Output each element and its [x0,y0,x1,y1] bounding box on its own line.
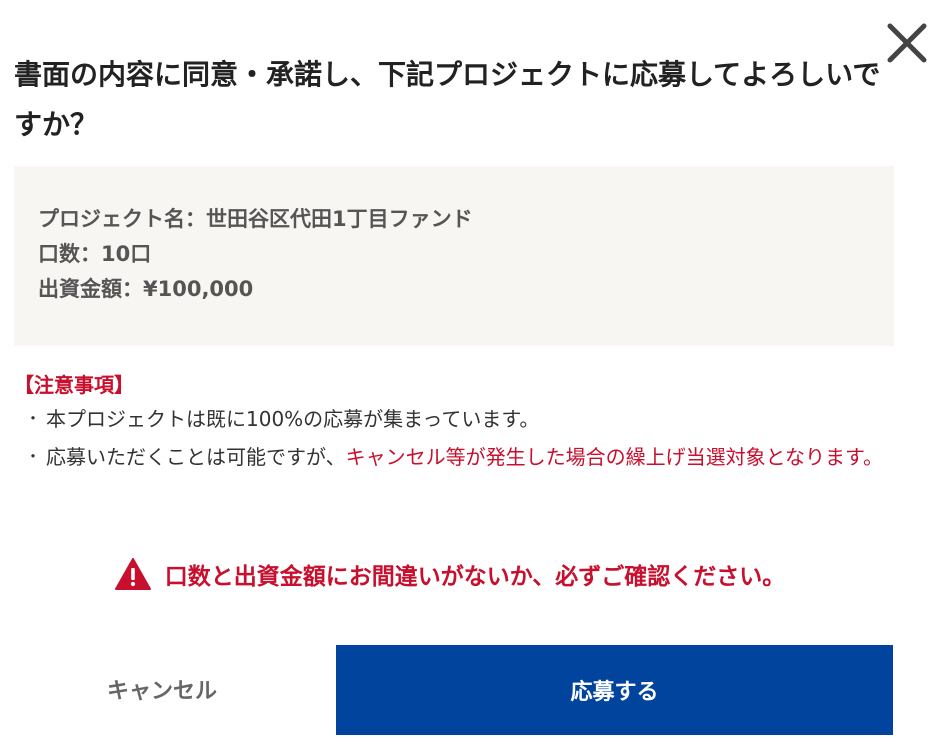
notes-section: 【注意事項】 ・ 本プロジェクトは既に100%の応募が集まっています。 ・ 応募… [14,370,904,478]
investment-amount: 出資金額：¥100,000 [38,277,254,301]
note-item-waitlist: ・ 応募いただくことは可能ですが、キャンセル等が発生した場合の繰上げ当選対象とな… [14,440,904,474]
note-highlight: キャンセル等が発生した場合の繰上げ当選対象となります。 [345,445,884,469]
note-text: 本プロジェクトは既に100%の応募が集まっています。 [46,407,540,431]
apply-button[interactable]: 応募する [336,645,893,735]
warning-icon [114,558,151,590]
bullet-marker: ・ [25,447,42,466]
note-item-fully-subscribed: ・ 本プロジェクトは既に100%の応募が集まっています。 [14,402,904,436]
units-count: 口数：10口 [38,242,152,266]
warning-message: 口数と出資金額にお間違いがないか、必ずご確認ください。 [0,552,900,596]
cancel-button[interactable]: キャンセル [14,645,310,733]
project-name: プロジェクト名：世田谷区代田1丁目ファンド [38,207,473,231]
bullet-marker: ・ [25,409,42,428]
warning-text: 口数と出資金額にお間違いがないか、必ずご確認ください。 [164,564,786,590]
note-text: 応募いただくことは可能ですが、 [46,445,346,469]
application-summary: プロジェクト名：世田谷区代田1丁目ファンド 口数：10口 出資金額：¥100,0… [14,166,894,346]
notes-heading: 【注意事項】 [14,373,134,397]
notes-list: ・ 本プロジェクトは既に100%の応募が集まっています。 ・ 応募いただくことは… [14,402,904,474]
dialog-title: 書面の内容に同意・承諾し、下記プロジェクトに応募してよろしいですか？ [14,58,881,141]
